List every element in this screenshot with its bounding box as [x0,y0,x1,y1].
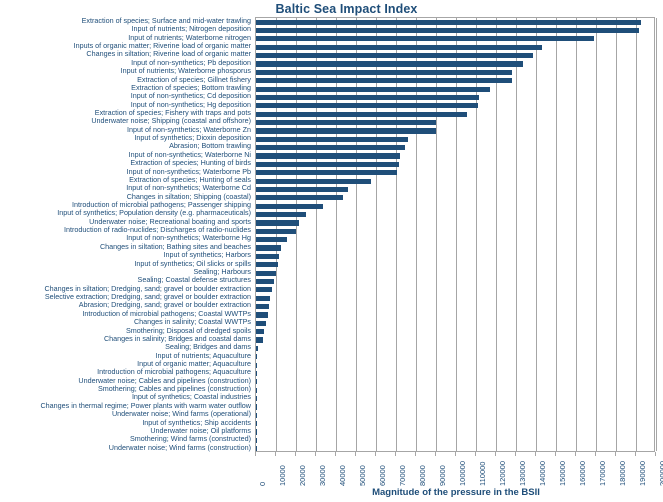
x-tick-label: 150000 [558,460,567,486]
x-tick-label: 0 [258,481,267,486]
bar [256,237,287,243]
x-tick-label: 30000 [318,465,327,486]
bar [256,53,533,59]
bar [256,27,639,34]
bar [256,211,306,218]
category-label: Input of nutrients; Waterborne phosporus [120,66,251,76]
category-label: Underwater noise; Wind farms (operationa… [111,409,251,419]
bar [256,86,490,92]
gridline [555,18,557,451]
x-tick-label: 10000 [278,465,287,486]
x-tick-label: 40000 [338,465,347,486]
x-tick-label: 60000 [378,465,387,486]
x-axis-tick-labels: 0 10000 20000 30000 40000 50000 60000 70000 8000… [255,452,663,492]
bar [256,354,258,360]
bar [256,370,257,377]
bar [256,178,371,184]
bar [256,111,467,117]
bar [256,119,436,126]
bar [256,69,512,75]
gridline [615,18,617,451]
category-label: Input of synthetics; Harbors [163,250,252,260]
bar [256,404,257,410]
x-tick-label: 190000 [638,460,647,486]
x-tick-label: 80000 [418,465,427,486]
bar [256,262,278,268]
bar [256,36,594,42]
bar [256,362,258,368]
x-tick-label: 180000 [618,460,627,486]
x-tick-label: 90000 [438,465,447,486]
bar [256,78,512,84]
category-label: Underwater noise; Wind farms (constructi… [108,442,251,452]
x-tick-label: 160000 [578,460,587,486]
bar [256,253,279,259]
bar [256,44,542,50]
bar [256,387,257,393]
bar [256,304,269,310]
bar [256,195,343,201]
x-axis-title: Magnitude of the pressure in the BSII [372,487,540,498]
x-tick-label: 200000 [658,460,663,486]
category-label: Changes in salinity; Coastal WWTPs [133,317,251,327]
bar [256,145,405,151]
bar [256,161,399,167]
gridline [515,18,517,451]
bar [256,278,274,285]
category-axis-labels: Extraction of species; Surface and mid-w… [0,16,253,452]
bar [256,19,641,25]
bar [256,295,270,301]
x-tick-label: 20000 [298,465,307,486]
bar [256,94,479,101]
plot-wrapper: Extraction of species; Surface and mid-w… [0,16,663,452]
bar [256,412,257,418]
bar [256,186,348,193]
x-tick-label: 70000 [398,465,407,486]
gridline [535,18,537,451]
x-tick-label: 120000 [498,460,507,486]
x-tick-label: 50000 [358,465,367,486]
bar [256,245,281,251]
bar [256,270,276,276]
bar [256,128,436,134]
bar [256,153,400,159]
bar [256,329,265,335]
bar [256,337,263,343]
x-tick-label: 140000 [538,460,547,486]
bar [256,228,296,234]
bar [256,287,272,293]
bar [256,170,397,176]
bar [256,345,258,351]
gridline [635,18,637,451]
bar [256,396,257,402]
bar [256,379,257,385]
gridline [655,18,657,451]
bar [256,103,478,109]
bar-chart: Baltic Sea Impact Index Extraction of sp… [0,0,663,502]
chart-title: Baltic Sea Impact Index [275,2,418,16]
bar [256,320,266,326]
x-tick-label: 170000 [598,460,607,486]
bar [256,136,408,142]
gridline [575,18,577,451]
gridline [595,18,597,451]
bar [256,312,268,318]
x-tick-label: 130000 [518,460,527,486]
bar [256,61,523,67]
x-tick-label: 110000 [478,461,487,486]
plot-area [255,17,657,452]
category-label: Extraction of species; Hunting of birds [130,158,251,168]
x-tick-label: 100000 [458,460,467,486]
bar [256,220,299,226]
bar [256,203,323,209]
